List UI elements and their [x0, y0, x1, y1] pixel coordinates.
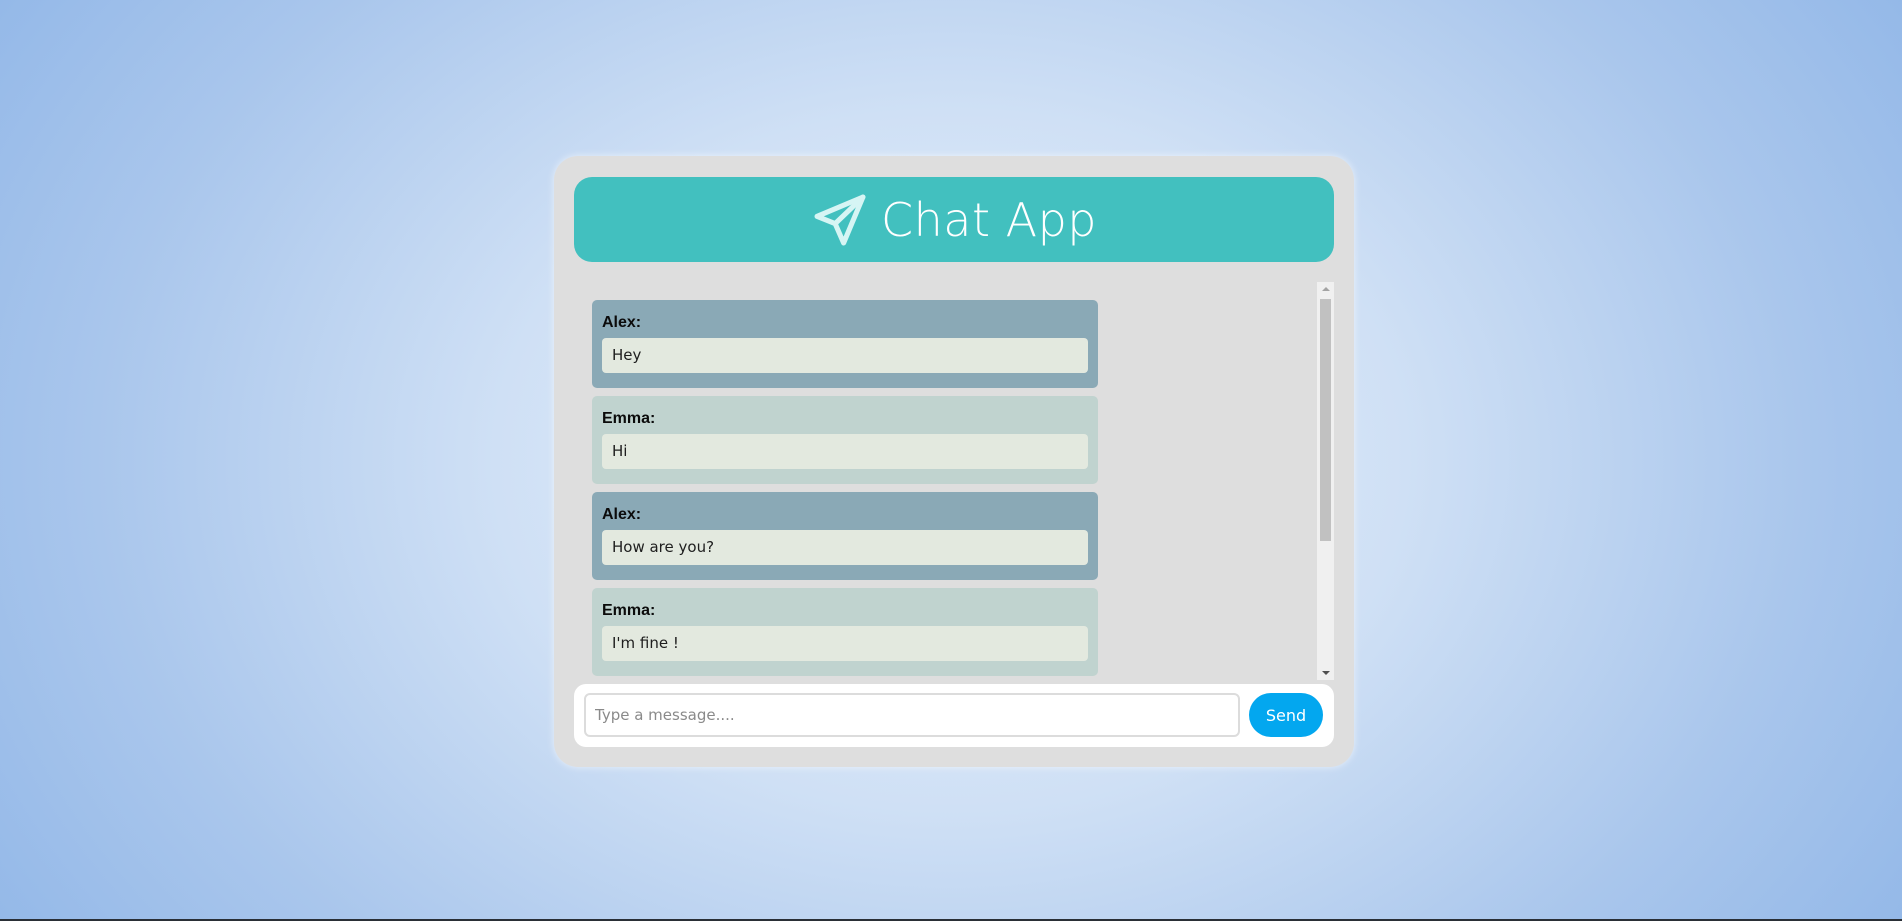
message-sender: Alex: [602, 506, 642, 523]
scroll-up-arrow-icon[interactable] [1317, 282, 1334, 296]
send-button[interactable]: Send [1249, 693, 1323, 737]
message-text: Hey [602, 338, 1088, 373]
message-sender: Emma: [602, 410, 656, 427]
messages-list: Alex: Hey Emma: Hi Alex: How are you? Em… [592, 300, 1098, 676]
message-item: Alex: How are you? [592, 492, 1098, 580]
chat-window: Chat App Alex: Hey Emma: Hi Alex: How ar… [554, 156, 1354, 767]
message-text: How are you? [602, 530, 1088, 565]
messages-scrollbar[interactable] [1317, 282, 1334, 680]
message-input[interactable] [584, 693, 1240, 737]
app-title: Chat App [881, 192, 1097, 247]
message-sender: Emma: [602, 602, 656, 619]
message-item: Emma: I'm fine ! [592, 588, 1098, 676]
chat-header: Chat App [574, 177, 1334, 262]
message-item: Alex: Hey [592, 300, 1098, 388]
message-item: Emma: Hi [592, 396, 1098, 484]
scrollbar-thumb[interactable] [1320, 299, 1331, 541]
messages-area[interactable]: Alex: Hey Emma: Hi Alex: How are you? Em… [574, 282, 1334, 680]
scroll-down-arrow-icon[interactable] [1317, 666, 1334, 680]
message-text: Hi [602, 434, 1088, 469]
message-composer: Send [574, 684, 1334, 747]
paper-plane-icon [811, 191, 869, 249]
message-sender: Alex: [602, 314, 642, 331]
message-text: I'm fine ! [602, 626, 1088, 661]
